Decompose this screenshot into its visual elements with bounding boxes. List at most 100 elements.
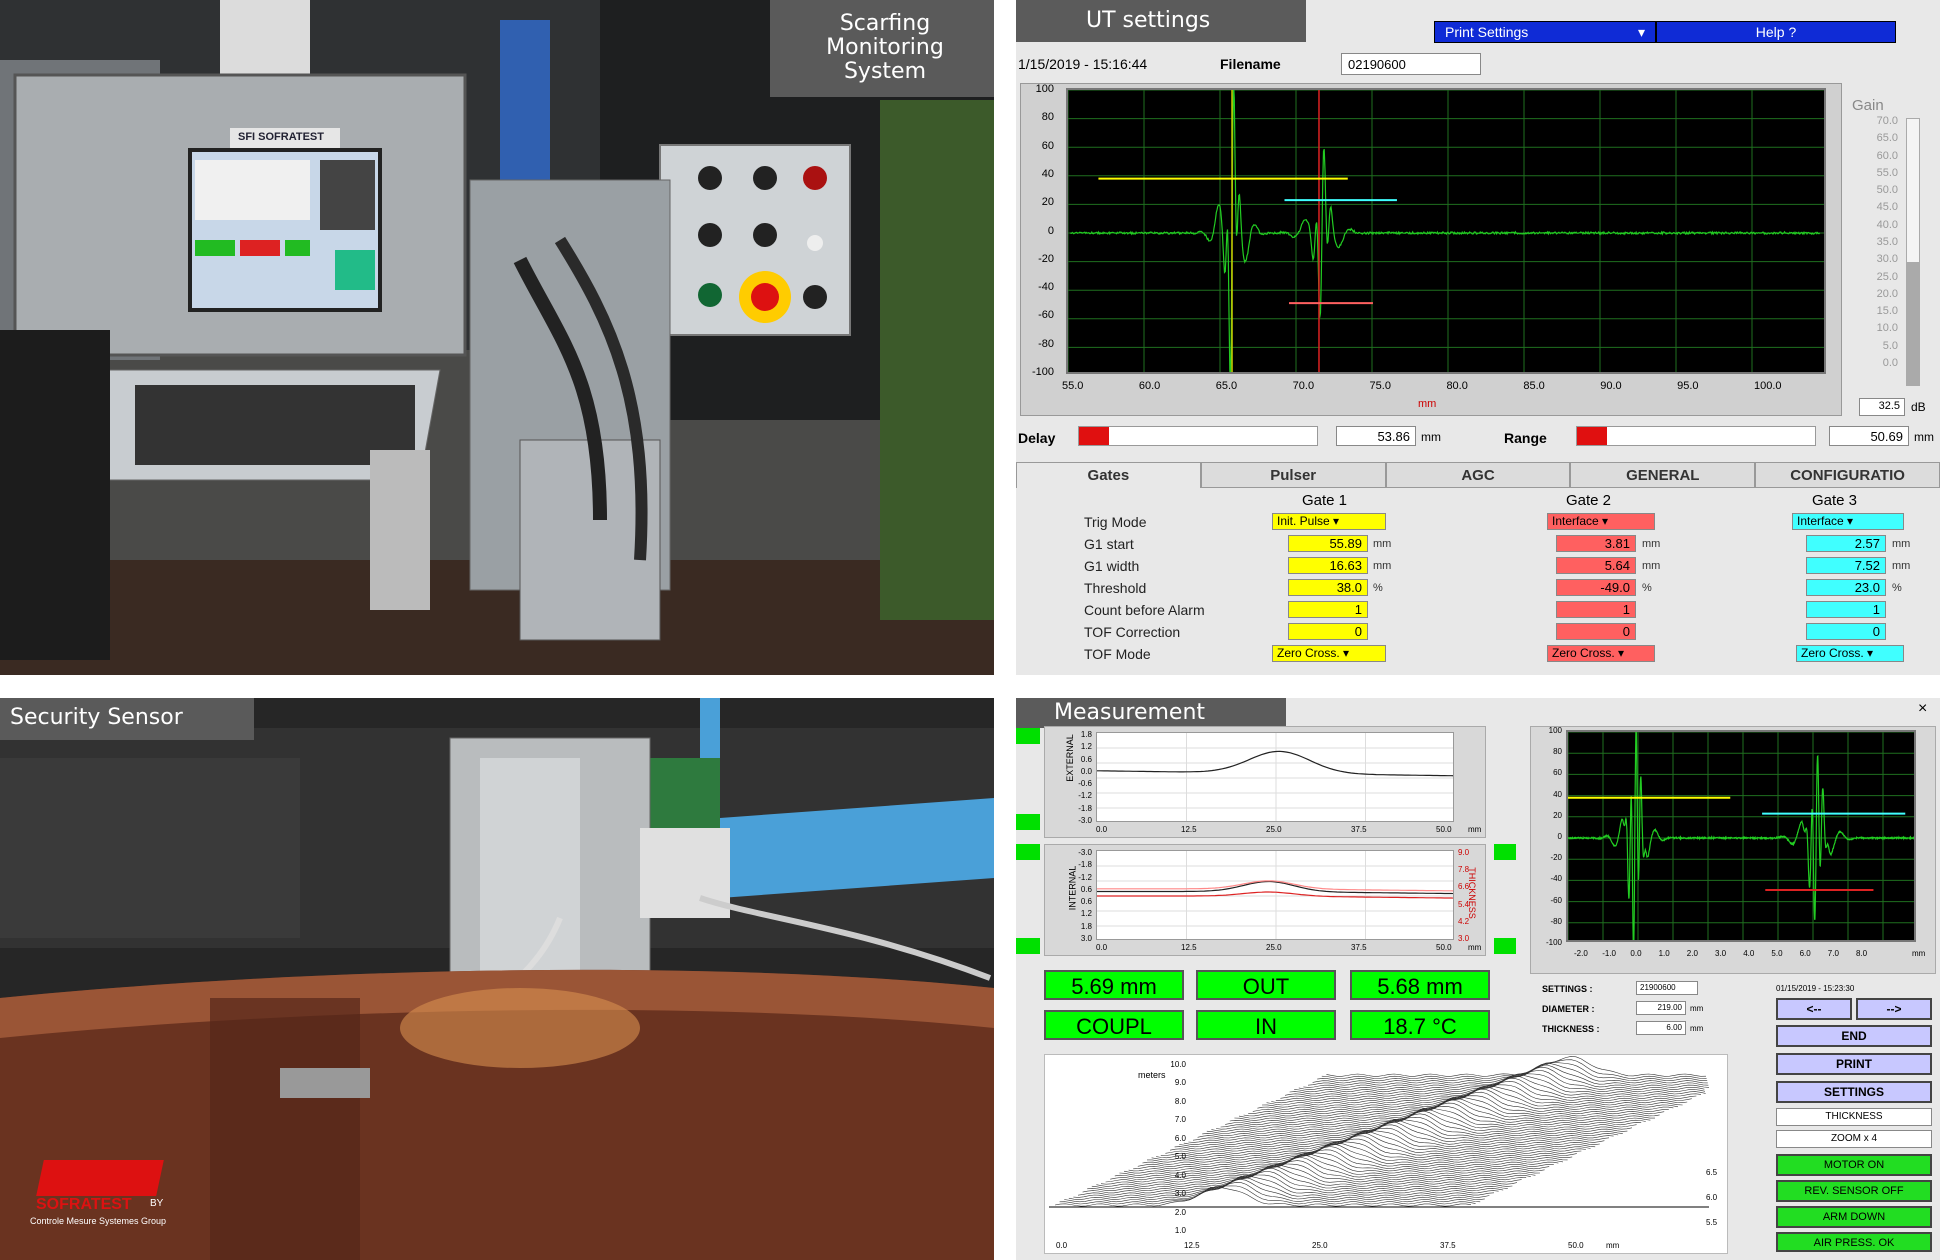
end-button[interactable]: END (1776, 1025, 1932, 1047)
gate3-threshold-unit: % (1892, 582, 1902, 594)
help-menu[interactable]: Help ? (1656, 21, 1896, 43)
internal-bottom-indicator (1016, 938, 1040, 954)
tab-gates[interactable]: Gates (1016, 462, 1201, 488)
wf-y-tick-9: 1.0 (1156, 1226, 1186, 1235)
settings-button[interactable]: SETTINGS (1776, 1081, 1932, 1103)
delay-value-field[interactable]: 53.86 (1336, 426, 1416, 446)
thickness-axis-label: THICKNESS (1467, 867, 1477, 919)
gain-tick-3: 55.0 (1858, 167, 1898, 179)
gate2-header: Gate 2 (1566, 492, 1611, 509)
gate3-threshold-field[interactable]: 23.0 (1806, 579, 1886, 596)
ext-x-tick-1: 12.5 (1181, 825, 1197, 834)
ascan-y-tick-6: -20 (1024, 253, 1054, 265)
gate2-width-unit: mm (1642, 560, 1660, 572)
wf-y-tick-8: 2.0 (1156, 1208, 1186, 1217)
gate2-trig-mode-select[interactable]: Interface ▾ (1547, 513, 1655, 530)
filename-field[interactable]: 02190600 (1341, 53, 1481, 75)
next-button[interactable]: --> (1856, 998, 1932, 1020)
wf-y-tick-0: 10.0 (1156, 1060, 1186, 1069)
gate1-count-field[interactable]: 1 (1288, 601, 1368, 618)
prev-button[interactable]: <-- (1776, 998, 1852, 1020)
gate1-start-field[interactable]: 55.89 (1288, 535, 1368, 552)
thickness-unit: mm (1690, 1024, 1703, 1033)
delay-slider[interactable] (1078, 426, 1318, 446)
tab-pulser[interactable]: Pulser (1201, 462, 1386, 488)
wf-right-tick-1: 6.0 (1706, 1193, 1726, 1202)
gate2-start-field[interactable]: 3.81 (1556, 535, 1636, 552)
range-value-field[interactable]: 50.69 (1829, 426, 1909, 446)
readout-in-status: IN (1196, 1010, 1336, 1040)
scope-y-tick-6: -20 (1532, 853, 1562, 862)
gain-value-field[interactable]: 32.5 (1859, 398, 1905, 416)
gate1-trig-mode-select[interactable]: Init. Pulse ▾ (1272, 513, 1386, 530)
wf-x-tick-3: 37.5 (1440, 1241, 1456, 1250)
ascan-x-tick-7: 90.0 (1600, 380, 1621, 392)
wf-y-tick-1: 9.0 (1156, 1078, 1186, 1087)
tab-configuration[interactable]: CONFIGURATIO (1755, 462, 1940, 488)
scarfing-photo: Scarfing Monitoring System SFI SOFRATEST (0, 0, 994, 675)
tab-agc[interactable]: AGC (1386, 462, 1571, 488)
gain-tick-9: 25.0 (1858, 271, 1898, 283)
gate3-trig-mode-select[interactable]: Interface ▾ (1792, 513, 1904, 530)
rev-sensor-status: REV. SENSOR OFF (1776, 1180, 1932, 1202)
gain-unit: dB (1911, 400, 1926, 414)
gain-slider-track[interactable] (1906, 118, 1920, 386)
settings-label: SETTINGS : (1542, 984, 1593, 994)
gate3-tof-correction-field[interactable]: 0 (1806, 623, 1886, 640)
close-icon[interactable]: × (1918, 700, 1927, 718)
int-y-tick-2: -1.2 (1062, 873, 1092, 882)
gate2-count-field[interactable]: 1 (1556, 601, 1636, 618)
gate1-tof-mode-select[interactable]: Zero Cross. ▾ (1272, 645, 1386, 662)
wf-x-tick-1: 12.5 (1184, 1241, 1200, 1250)
scope-y-tick-9: -80 (1532, 917, 1562, 926)
int-x-tick-3: 37.5 (1351, 943, 1367, 952)
tab-general[interactable]: GENERAL (1570, 462, 1755, 488)
print-button[interactable]: PRINT (1776, 1053, 1932, 1075)
view-selector[interactable]: THICKNESS (1776, 1108, 1932, 1126)
int-y-tick-4: 0.6 (1062, 897, 1092, 906)
gate3-tof-mode-select[interactable]: Zero Cross. ▾ (1796, 645, 1904, 662)
gain-tick-11: 15.0 (1858, 305, 1898, 317)
scope-y-tick-3: 40 (1532, 790, 1562, 799)
wf-y-tick-5: 5.0 (1156, 1152, 1186, 1161)
scope-y-tick-7: -40 (1532, 874, 1562, 883)
delay-slider-handle[interactable] (1079, 427, 1109, 445)
ascan-y-tick-0: 100 (1024, 83, 1054, 95)
int-y-tick-0: -3.0 (1062, 848, 1092, 857)
thick-y-tick-3: 5.4 (1458, 900, 1488, 909)
settings-value: 21900600 (1636, 981, 1698, 995)
ext-y-tick-7: -3.0 (1062, 816, 1092, 825)
print-settings-menu[interactable]: Print Settings ▾ (1434, 21, 1656, 43)
gate3-header: Gate 3 (1812, 492, 1857, 509)
gate1-threshold-field[interactable]: 38.0 (1288, 579, 1368, 596)
gain-label: Gain (1852, 97, 1884, 114)
thick-y-tick-0: 9.0 (1458, 848, 1488, 857)
ascan-x-tick-2: 65.0 (1216, 380, 1237, 392)
diameter-unit: mm (1690, 1004, 1703, 1013)
gate2-tof-correction-field[interactable]: 0 (1556, 623, 1636, 640)
range-slider-handle[interactable] (1577, 427, 1607, 445)
readout-temperature: 18.7 °C (1350, 1010, 1490, 1040)
ext-y-tick-5: -1.2 (1062, 791, 1092, 800)
measurement-window: Measurement × EXTERNAL 1.8 1.2 0.6 0.0 -0.6-… (1016, 698, 1940, 1260)
gate1-width-field[interactable]: 16.63 (1288, 557, 1368, 574)
arm-status: ARM DOWN (1776, 1206, 1932, 1228)
gate2-width-field[interactable]: 5.64 (1556, 557, 1636, 574)
waterfall-line (1142, 1144, 1558, 1164)
gate3-start-field[interactable]: 2.57 (1806, 535, 1886, 552)
scope-x-tick-6: 4.0 (1743, 949, 1754, 958)
gate3-width-field[interactable]: 7.52 (1806, 557, 1886, 574)
gate3-count-field[interactable]: 1 (1806, 601, 1886, 618)
gate2-threshold-field[interactable]: -49.0 (1556, 579, 1636, 596)
window-title: Measurement (1016, 698, 1286, 728)
zoom-selector[interactable]: ZOOM x 4 (1776, 1130, 1932, 1148)
gate1-header: Gate 1 (1302, 492, 1347, 509)
gate2-tof-mode-select[interactable]: Zero Cross. ▾ (1547, 645, 1655, 662)
gain-tick-0: 70.0 (1858, 115, 1898, 127)
scope-x-tick-4: 2.0 (1687, 949, 1698, 958)
internal-profile-chart (1096, 850, 1454, 940)
range-slider[interactable] (1576, 426, 1816, 446)
external-profile-chart (1096, 732, 1454, 822)
gate1-tof-correction-field[interactable]: 0 (1288, 623, 1368, 640)
scope-x-tick-0: -2.0 (1574, 949, 1588, 958)
